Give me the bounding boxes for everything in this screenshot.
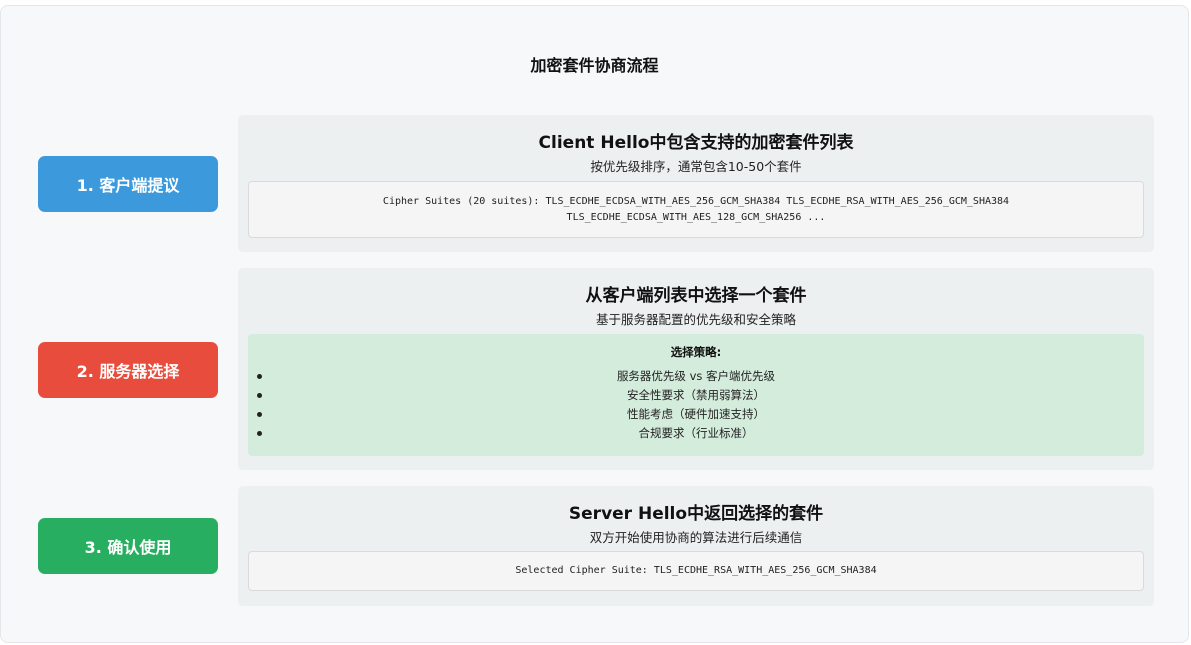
selection-strategy-box: 选择策略: 服务器优先级 vs 客户端优先级 安全性要求（禁用弱算法） 性能考虑… (248, 334, 1144, 456)
list-item: 合规要求（行业标准） (248, 424, 1144, 443)
strategy-text: 合规要求（行业标准） (638, 426, 754, 440)
bullet-icon (257, 374, 262, 379)
step-1-panel: Client Hello中包含支持的加密套件列表 按优先级排序，通常包含10-5… (238, 115, 1154, 252)
step-1-subheading: 按优先级排序，通常包含10-50个套件 (590, 159, 802, 174)
step-1-code-text: Cipher Suites (20 suites): TLS_ECDHE_ECD… (382, 195, 1010, 223)
list-item: 服务器优先级 vs 客户端优先级 (248, 367, 1144, 386)
strategy-text: 性能考虑（硬件加速支持） (627, 407, 765, 421)
list-item: 安全性要求（禁用弱算法） (248, 386, 1144, 405)
step-1-client-propose[interactable]: 1. 客户端提议 (38, 156, 218, 212)
step-2-server-select[interactable]: 2. 服务器选择 (38, 342, 218, 398)
bullet-icon (257, 431, 262, 436)
strategy-heading: 选择策略: (670, 345, 722, 359)
step-3-confirm-use[interactable]: 3. 确认使用 (38, 518, 218, 574)
step-2-heading: 从客户端列表中选择一个套件 (585, 286, 807, 306)
strategy-text: 安全性要求（禁用弱算法） (627, 388, 765, 402)
diagram-title: 加密套件协商流程 (530, 56, 659, 75)
step-3-subheading: 双方开始使用协商的算法进行后续通信 (589, 530, 803, 545)
step-1-code-block: Cipher Suites (20 suites): TLS_ECDHE_ECD… (248, 181, 1144, 238)
strategy-text: 服务器优先级 vs 客户端优先级 (616, 369, 776, 383)
bullet-icon (257, 412, 262, 417)
step-1-heading: Client Hello中包含支持的加密套件列表 (538, 133, 854, 153)
step-3-code-block: Selected Cipher Suite: TLS_ECDHE_RSA_WIT… (248, 551, 1144, 591)
list-item: 性能考虑（硬件加速支持） (248, 405, 1144, 424)
diagram-canvas: 加密套件协商流程 1. 客户端提议 Client Hello中包含支持的加密套件… (0, 5, 1189, 643)
step-2-subheading: 基于服务器配置的优先级和安全策略 (595, 312, 796, 327)
step-2-panel: 从客户端列表中选择一个套件 基于服务器配置的优先级和安全策略 选择策略: 服务器… (238, 268, 1154, 470)
strategy-list: 服务器优先级 vs 客户端优先级 安全性要求（禁用弱算法） 性能考虑（硬件加速支… (248, 367, 1144, 443)
step-3-panel: Server Hello中返回选择的套件 双方开始使用协商的算法进行后续通信 S… (238, 486, 1154, 606)
bullet-icon (257, 393, 262, 398)
step-3-code-text: Selected Cipher Suite: TLS_ECDHE_RSA_WIT… (515, 565, 877, 576)
step-3-heading: Server Hello中返回选择的套件 (568, 504, 824, 524)
